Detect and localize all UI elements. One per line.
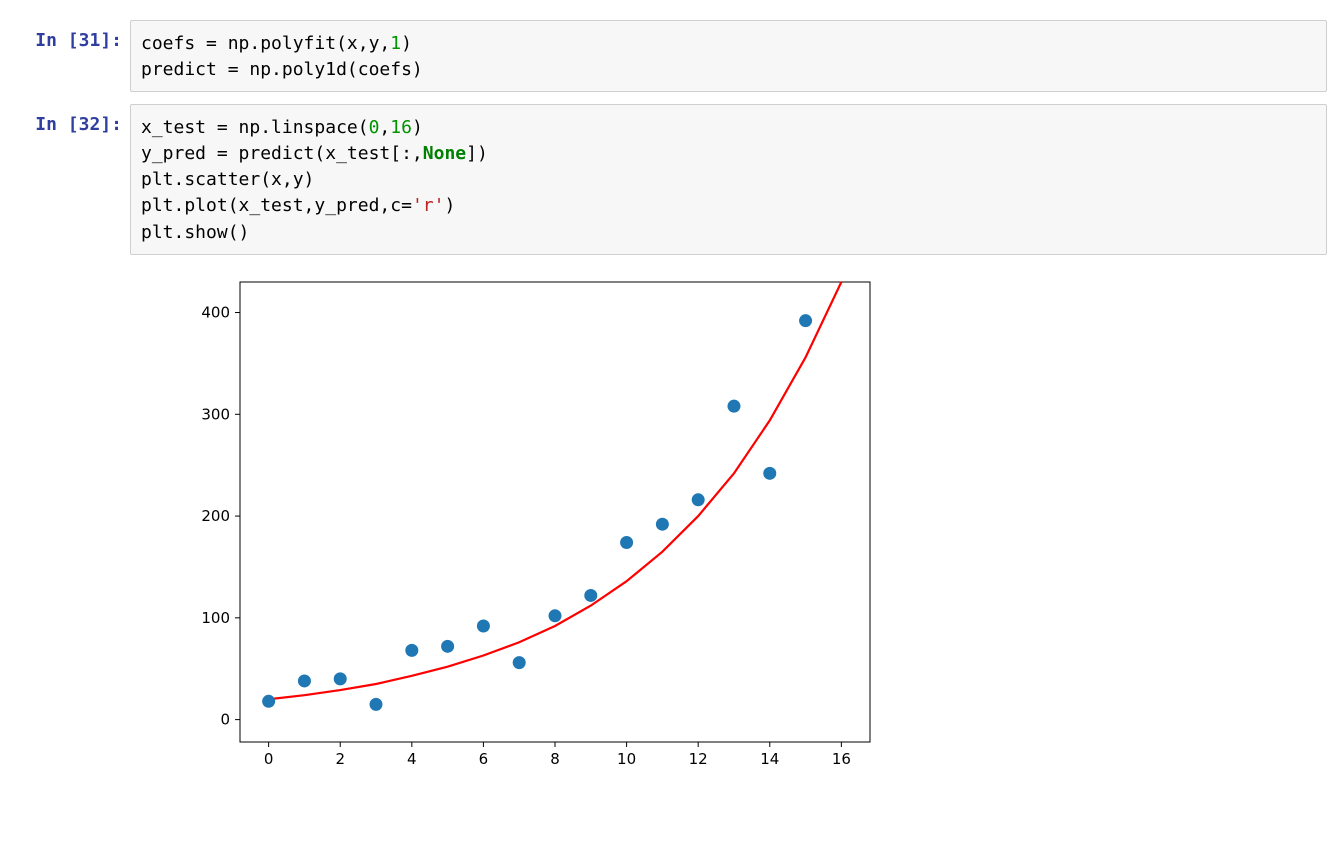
svg-text:0: 0 bbox=[220, 710, 230, 728]
data-point bbox=[334, 672, 347, 685]
svg-text:200: 200 bbox=[201, 507, 230, 525]
data-point bbox=[513, 656, 526, 669]
scatter-line-chart: 0 2 4 6 8 10 12 14 16 0 100 200 300 400 bbox=[170, 267, 890, 777]
code-cell: In [32]: x_test = np.linspace(0,16) y_pr… bbox=[15, 104, 1327, 254]
svg-text:100: 100 bbox=[201, 608, 230, 626]
data-point bbox=[799, 314, 812, 327]
code-text: x_test = np.linspace(0,16) y_pred = pred… bbox=[141, 115, 1316, 245]
svg-text:6: 6 bbox=[479, 750, 489, 768]
svg-text:16: 16 bbox=[832, 750, 851, 768]
svg-text:4: 4 bbox=[407, 750, 417, 768]
svg-text:2: 2 bbox=[335, 750, 345, 768]
data-point bbox=[370, 698, 383, 711]
data-point bbox=[441, 639, 454, 652]
data-point bbox=[262, 694, 275, 707]
data-point bbox=[298, 674, 311, 687]
svg-text:12: 12 bbox=[689, 750, 708, 768]
svg-text:0: 0 bbox=[264, 750, 274, 768]
svg-text:8: 8 bbox=[550, 750, 560, 768]
fit-line bbox=[269, 282, 842, 699]
svg-text:300: 300 bbox=[201, 405, 230, 423]
data-point bbox=[405, 644, 418, 657]
data-point bbox=[656, 517, 669, 530]
data-point bbox=[763, 466, 776, 479]
cell-prompt: In [31]: bbox=[15, 20, 130, 51]
code-cell: In [31]: coefs = np.polyfit(x,y,1) predi… bbox=[15, 20, 1327, 92]
data-point bbox=[620, 536, 633, 549]
svg-text:10: 10 bbox=[617, 750, 636, 768]
svg-text:14: 14 bbox=[760, 750, 779, 768]
code-text: coefs = np.polyfit(x,y,1) predict = np.p… bbox=[141, 31, 1316, 83]
cell-prompt: In [32]: bbox=[15, 104, 130, 135]
data-point bbox=[549, 609, 562, 622]
data-point bbox=[477, 619, 490, 632]
output-area: 0 2 4 6 8 10 12 14 16 0 100 200 300 400 bbox=[15, 267, 1327, 777]
code-input-area[interactable]: coefs = np.polyfit(x,y,1) predict = np.p… bbox=[130, 20, 1327, 92]
svg-text:400: 400 bbox=[201, 303, 230, 321]
data-point bbox=[727, 399, 740, 412]
data-point bbox=[692, 493, 705, 506]
data-point bbox=[584, 589, 597, 602]
code-input-area[interactable]: x_test = np.linspace(0,16) y_pred = pred… bbox=[130, 104, 1327, 254]
